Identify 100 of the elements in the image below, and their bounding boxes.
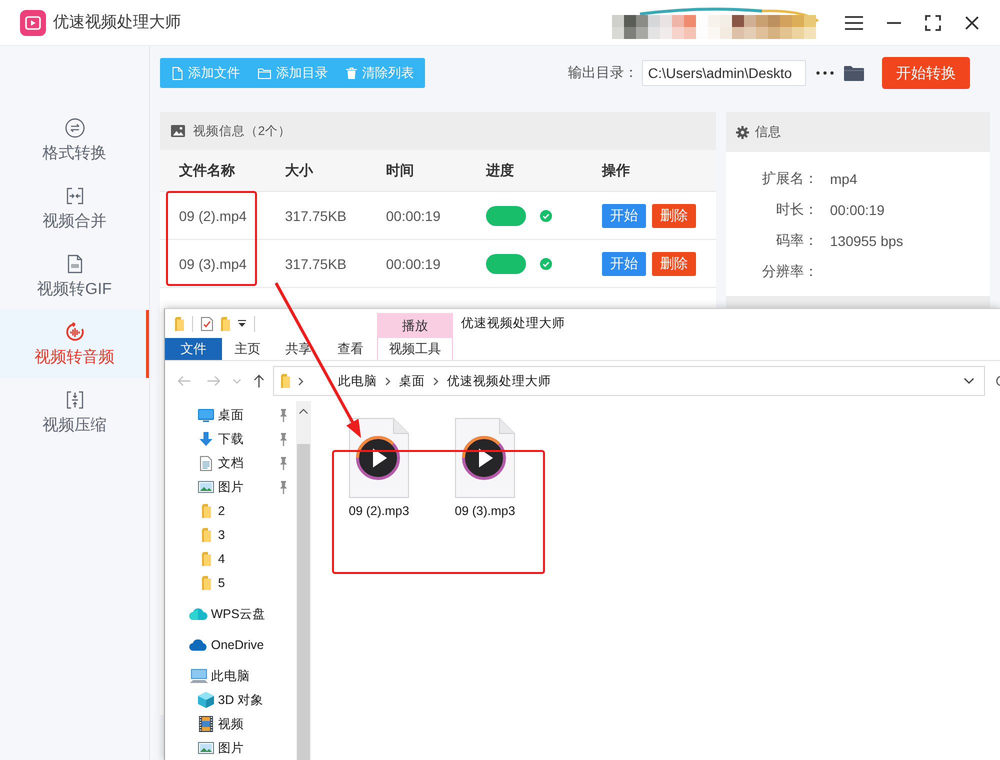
- pin-icon[interactable]: [279, 456, 288, 470]
- document-icon: [200, 456, 212, 470]
- output-path-field[interactable]: C:\Users\admin\Deskto: [642, 60, 806, 86]
- nav-item[interactable]: 4: [165, 547, 296, 571]
- file-size: 317.75KB: [285, 208, 348, 224]
- checklist-icon[interactable]: [201, 316, 213, 330]
- breadcrumb[interactable]: 桌面: [398, 372, 425, 390]
- folder-icon: [202, 552, 210, 566]
- duration: 00:00:19: [386, 256, 442, 272]
- compress-icon: [64, 390, 84, 410]
- column-header: 大小: [285, 162, 314, 180]
- sidebar-tab[interactable]: 格式转换: [0, 106, 149, 174]
- ribbon-tab[interactable]: 主页: [222, 338, 273, 360]
- cloud-icon: [189, 608, 208, 620]
- swap-circle-icon: [64, 118, 84, 138]
- more-icon[interactable]: [816, 71, 834, 75]
- chevron-icon: [298, 376, 304, 386]
- ribbon-tab[interactable]: 共享: [273, 338, 324, 360]
- file-icon: [172, 66, 183, 80]
- trash-icon: [346, 67, 357, 79]
- field-label: 时长：: [775, 200, 818, 218]
- folder-icon: [280, 374, 290, 388]
- field-label: 码率：: [775, 232, 818, 250]
- folder-icon[interactable]: [844, 65, 864, 81]
- field-value: 00:00:19: [830, 202, 886, 218]
- nav-item[interactable]: 下载: [165, 427, 296, 451]
- scrollbar[interactable]: [296, 401, 311, 760]
- file-item[interactable]: 09 (2).mp3: [329, 418, 429, 518]
- breadcrumb[interactable]: 优速视频处理大师: [446, 372, 551, 390]
- column-header: 时间: [386, 162, 415, 180]
- nav-item[interactable]: 桌面: [165, 403, 296, 427]
- ribbon-tab[interactable]: 文件: [165, 338, 222, 360]
- folder-icon: [202, 576, 210, 590]
- nav-item[interactable]: 文档: [165, 451, 296, 475]
- cloud-icon: [189, 639, 208, 651]
- up-arrow-icon[interactable]: [252, 374, 265, 388]
- folder-icon: [202, 528, 210, 542]
- scrollbar-thumb[interactable]: [297, 444, 310, 760]
- nav-item[interactable]: 视频: [165, 712, 296, 736]
- desktop-icon: [198, 408, 214, 422]
- nav-item[interactable]: 3D 对象: [165, 688, 296, 712]
- ribbon-tab[interactable]: 视频工具: [377, 338, 453, 360]
- field-value: mp4: [830, 170, 858, 186]
- output-label: 输出目录：: [568, 64, 638, 82]
- delete-button[interactable]: 删除: [652, 252, 696, 276]
- file-name: 09 (2).mp4: [179, 208, 248, 224]
- context-tab-header: 播放: [377, 313, 453, 338]
- nav-item[interactable]: OneDrive: [165, 633, 296, 657]
- file-size: 317.75KB: [285, 256, 348, 272]
- sidebar-tab[interactable]: 视频压缩: [0, 378, 149, 446]
- panel-title: 信息: [755, 123, 781, 141]
- nav-item[interactable]: 此电脑: [165, 664, 296, 688]
- address-bar[interactable]: 此电脑 桌面 优速视频处理大师: [272, 366, 986, 396]
- column-header: 操作: [602, 162, 631, 180]
- ribbon-tab[interactable]: 查看: [324, 338, 377, 360]
- folder-icon: [202, 504, 210, 518]
- file-name: 09 (3).mp4: [179, 256, 248, 272]
- nav-item[interactable]: 3: [165, 523, 296, 547]
- download-icon: [199, 432, 213, 446]
- gear-icon: [736, 126, 749, 138]
- scroll-up-icon[interactable]: [299, 409, 308, 414]
- audio-file-icon: [349, 418, 409, 498]
- caret-icon[interactable]: [238, 320, 246, 327]
- pin-icon[interactable]: [279, 480, 288, 494]
- nav-item[interactable]: 图片: [165, 736, 296, 760]
- folder-icon: [258, 68, 271, 78]
- menu-icon[interactable]: [845, 16, 863, 30]
- field-label: 分辨率：: [761, 262, 818, 280]
- breadcrumb[interactable]: 此电脑: [338, 372, 377, 390]
- audio-file-icon: [455, 418, 515, 498]
- nav-item[interactable]: 5: [165, 571, 296, 595]
- panel-title: 视频信息（2个）: [193, 122, 291, 140]
- sidebar-tab[interactable]: 视频转音频: [0, 310, 149, 378]
- window-title: 优速视频处理大师: [460, 315, 566, 332]
- sidebar-tab[interactable]: 视频转GIF: [0, 242, 149, 310]
- field-value: 130955 bps: [830, 232, 904, 248]
- caret-icon[interactable]: [964, 378, 974, 384]
- delete-button[interactable]: 删除: [652, 204, 696, 228]
- chevron-icon: [432, 376, 439, 386]
- image-icon: [171, 125, 185, 137]
- merge-icon: [64, 186, 84, 206]
- chevron-icon: [384, 376, 391, 386]
- nav-item[interactable]: WPS云盘: [165, 602, 296, 626]
- close-icon[interactable]: [965, 16, 979, 30]
- duration: 00:00:19: [386, 208, 442, 224]
- sidebar-tab[interactable]: 视频合并: [0, 174, 149, 242]
- computer-icon: [190, 668, 208, 684]
- picture-icon: [198, 742, 214, 754]
- maximize-icon[interactable]: [925, 14, 941, 30]
- nav-item[interactable]: 2: [165, 499, 296, 523]
- start-convert-button[interactable]: 开始转换: [882, 57, 970, 89]
- nav-item[interactable]: 图片: [165, 475, 296, 499]
- pin-icon[interactable]: [279, 432, 288, 446]
- file-item[interactable]: 09 (3).mp3: [435, 418, 535, 518]
- film-icon: [199, 716, 213, 732]
- column-header: 进度: [486, 162, 515, 180]
- field-label: 扩展名：: [761, 170, 818, 188]
- app-title: 优速视频处理大师: [53, 12, 181, 33]
- pin-icon[interactable]: [279, 408, 288, 422]
- refresh-icon[interactable]: [994, 375, 1000, 387]
